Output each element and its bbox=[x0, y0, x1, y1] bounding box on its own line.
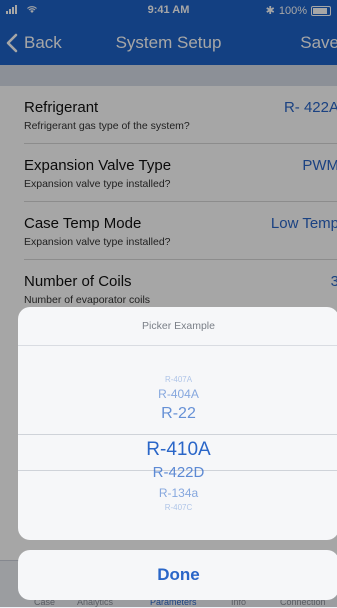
picker-option[interactable]: R-422D bbox=[18, 464, 337, 481]
picker-option-selected[interactable]: R-410A bbox=[18, 439, 337, 461]
selection-top-line bbox=[18, 434, 337, 435]
picker-option[interactable]: R-134a bbox=[18, 486, 337, 500]
picker-option[interactable]: R-407C bbox=[18, 503, 337, 512]
picker-wheel[interactable]: R-407A R-404A R-22 R-410A R-422D R-134a … bbox=[18, 345, 337, 540]
picker-option[interactable]: R-22 bbox=[18, 405, 337, 423]
picker-option[interactable]: R-404A bbox=[18, 387, 337, 401]
screen: 9:41 AM ✱ 100% Back System Setup Save Re… bbox=[0, 0, 337, 608]
picker-title: Picker Example bbox=[18, 307, 337, 346]
done-button[interactable]: Done bbox=[18, 550, 337, 600]
picker-sheet: Picker Example R-407A R-404A R-22 R-410A… bbox=[18, 307, 337, 540]
picker-option[interactable]: R-407A bbox=[18, 375, 337, 384]
